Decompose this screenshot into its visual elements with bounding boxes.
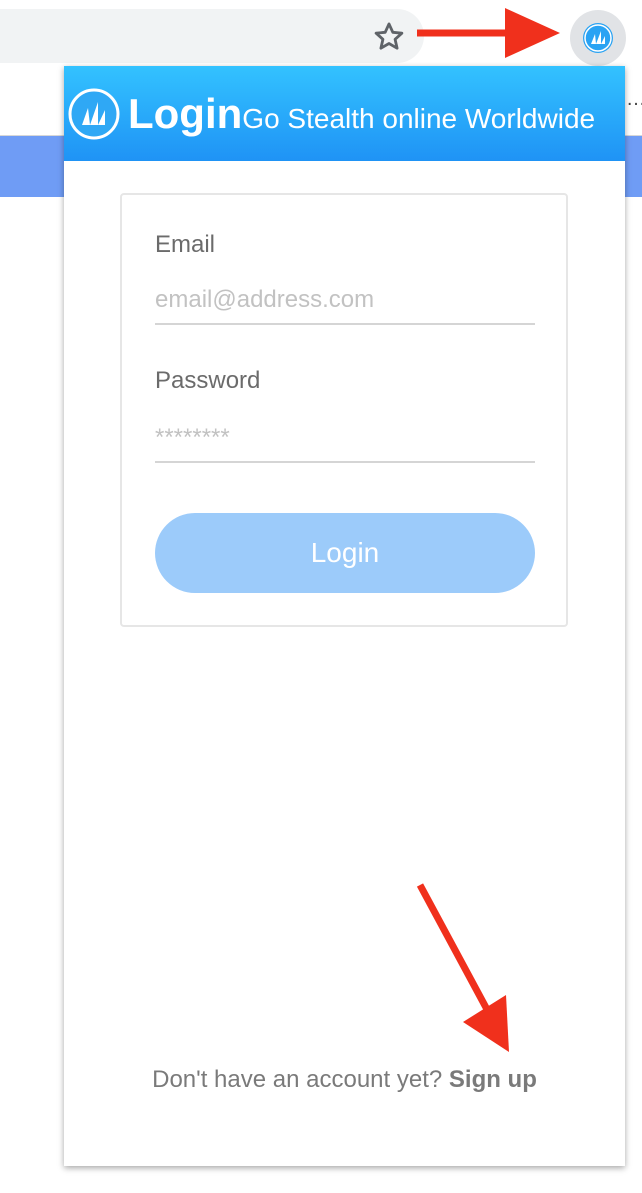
address-bar[interactable] bbox=[0, 9, 424, 63]
popup-tagline: Go Stealth online Worldwide bbox=[242, 102, 596, 134]
brand-logo-icon bbox=[68, 88, 120, 139]
email-label: Email bbox=[155, 231, 216, 258]
email-input[interactable] bbox=[155, 277, 535, 325]
extension-logo-icon bbox=[583, 23, 613, 53]
popup-header: Login Go Stealth online Worldwide bbox=[64, 66, 625, 161]
screen: … Login Go Stealth online Worldwide Emai… bbox=[0, 0, 642, 1193]
extension-button[interactable] bbox=[570, 10, 626, 66]
star-icon[interactable] bbox=[372, 20, 406, 54]
password-label: Password bbox=[155, 367, 261, 394]
signup-prompt: Don't have an account yet? Sign up bbox=[64, 1066, 625, 1094]
more-icon[interactable]: … bbox=[626, 88, 642, 111]
login-popup: Login Go Stealth online Worldwide Email … bbox=[64, 66, 625, 1166]
login-form: Email Password Login bbox=[120, 193, 568, 627]
login-button[interactable]: Login bbox=[155, 513, 535, 593]
signup-link[interactable]: Sign up bbox=[449, 1066, 537, 1093]
popup-title: Login bbox=[128, 89, 243, 137]
password-input[interactable] bbox=[155, 415, 535, 463]
arrow-to-extension bbox=[417, 8, 560, 58]
signup-prompt-text: Don't have an account yet? bbox=[152, 1066, 443, 1093]
